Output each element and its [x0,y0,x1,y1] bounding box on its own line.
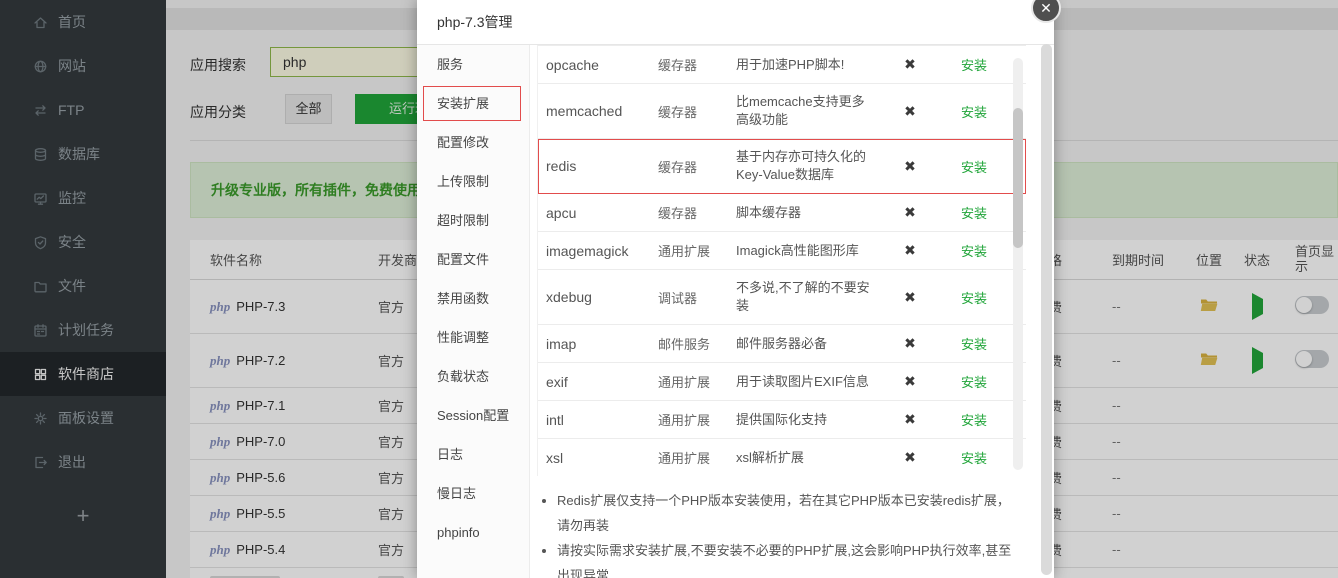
extension-desc: 比memcache支持更多高级功能 [736,93,884,129]
modal-menu-item[interactable]: 安装扩展 [417,84,529,123]
modal-menu-item[interactable]: 配置文件 [417,240,529,279]
modal-menu-item-label: Session配置 [437,408,509,423]
extension-category: 通用扩展 [658,410,736,429]
php-manage-modal: php-7.3管理 服务 安装扩展 配置修改 上传限制 超时限制 配置文件 [417,0,1054,578]
extension-desc: 不多说,不了解的不要安装 [736,279,884,315]
modal-menu-item[interactable]: 上传限制 [417,162,529,201]
install-link[interactable]: 安装 [936,102,1012,121]
modal-title: php-7.3管理 [417,0,1054,45]
modal-menu-item-label: 性能调整 [437,330,489,345]
extension-name: intl [546,412,658,428]
modal-menu-item-label: 上传限制 [437,174,489,189]
install-link[interactable]: 安装 [936,241,1012,260]
extension-row: redis 缓存器 基于内存亦可持久化的Key-Value数据库 ✖ 安装 [538,139,1026,194]
modal-menu-item[interactable]: 慢日志 [417,474,529,513]
install-link[interactable]: 安装 [936,334,1012,353]
extension-row: memcached 缓存器 比memcache支持更多高级功能 ✖ 安装 [538,84,1026,139]
extension-row: xdebug 调试器 不多说,不了解的不要安装 ✖ 安装 [538,270,1026,325]
modal-menu-item-label: 安装扩展 [437,96,489,111]
install-link[interactable]: 安装 [936,410,1012,429]
extension-desc: 基于内存亦可持久化的Key-Value数据库 [736,148,884,184]
extension-category: 通用扩展 [658,372,736,391]
extension-row: opcache 缓存器 用于加速PHP脚本! ✖ 安装 [538,46,1026,84]
not-installed-icon: ✖ [884,449,936,466]
modal-scrollbar-thumb[interactable] [1041,44,1052,575]
extension-category: 缓存器 [658,203,736,222]
modal-menu-item[interactable]: 配置修改 [417,123,529,162]
modal-menu-item-label: phpinfo [437,525,480,540]
not-installed-icon: ✖ [884,242,936,259]
modal-menu-item[interactable]: 性能调整 [417,318,529,357]
install-link[interactable]: 安装 [936,288,1012,307]
extension-row: intl 通用扩展 提供国际化支持 ✖ 安装 [538,401,1026,439]
modal-menu-item-label: 超时限制 [437,213,489,228]
extension-desc: 提供国际化支持 [736,411,884,429]
note-redis: Redis扩展仅支持一个PHP版本安装使用，若在其它PHP版本已安装redis扩… [557,488,1017,538]
not-installed-icon: ✖ [884,411,936,428]
extension-desc: xsl解析扩展 [736,449,884,467]
extension-desc: Imagick高性能图形库 [736,242,884,260]
install-link[interactable]: 安装 [936,157,1012,176]
extension-notes: Redis扩展仅支持一个PHP版本安装使用，若在其它PHP版本已安装redis扩… [539,488,1017,578]
modal-menu-item[interactable]: 服务 [417,45,529,84]
install-link[interactable]: 安装 [936,203,1012,222]
modal-menu-item[interactable]: 负载状态 [417,357,529,396]
modal-menu-item[interactable]: 日志 [417,435,529,474]
extension-name: xdebug [546,289,658,305]
extension-name: xsl [546,450,658,466]
modal-menu-item-label: 慢日志 [437,486,476,501]
not-installed-icon: ✖ [884,158,936,175]
extension-scrollbar-thumb[interactable] [1013,108,1023,248]
modal-menu-item-label: 负载状态 [437,369,489,384]
extension-desc: 用于读取图片EXIF信息 [736,373,884,391]
extension-desc: 用于加速PHP脚本! [736,56,884,74]
modal-menu-item[interactable]: 禁用函数 [417,279,529,318]
install-link[interactable]: 安装 [936,448,1012,467]
not-installed-icon: ✖ [884,56,936,73]
extension-category: 通用扩展 [658,241,736,260]
modal-menu-item-label: 配置文件 [437,252,489,267]
not-installed-icon: ✖ [884,335,936,352]
modal-menu-item[interactable]: 超时限制 [417,201,529,240]
extension-name: exif [546,374,658,390]
extension-name: memcached [546,103,658,119]
not-installed-icon: ✖ [884,289,936,306]
extension-category: 调试器 [658,288,736,307]
extension-name: apcu [546,205,658,221]
extension-name: redis [546,158,658,174]
extension-category: 缓存器 [658,157,736,176]
extension-rows: opcache 缓存器 用于加速PHP脚本! ✖ 安装 memcached 缓存… [538,46,1026,476]
extension-name: imagemagick [546,243,658,259]
extension-name: imap [546,336,658,352]
extension-name: opcache [546,57,658,73]
extension-category: 缓存器 [658,102,736,121]
extension-row: apcu 缓存器 脚本缓存器 ✖ 安装 [538,194,1026,232]
modal-menu-item[interactable]: phpinfo [417,513,529,552]
modal-menu-item[interactable]: Session配置 [417,396,529,435]
extension-row: imap 邮件服务 邮件服务器必备 ✖ 安装 [538,325,1026,363]
extension-list: opcache 缓存器 用于加速PHP脚本! ✖ 安装 memcached 缓存… [537,45,1026,476]
modal-menu-item-label: 日志 [437,447,463,462]
extension-row: xsl 通用扩展 xsl解析扩展 ✖ 安装 [538,439,1026,476]
install-link[interactable]: 安装 [936,55,1012,74]
extension-category: 邮件服务 [658,334,736,353]
not-installed-icon: ✖ [884,373,936,390]
extension-row: exif 通用扩展 用于读取图片EXIF信息 ✖ 安装 [538,363,1026,401]
note-advice: 请按实际需求安装扩展,不要安装不必要的PHP扩展,这会影响PHP执行效率,甚至出… [557,538,1017,578]
modal-menu-item-label: 配置修改 [437,135,489,150]
not-installed-icon: ✖ [884,103,936,120]
extension-desc: 邮件服务器必备 [736,335,884,353]
install-link[interactable]: 安装 [936,372,1012,391]
extension-category: 通用扩展 [658,448,736,467]
extension-row: imagemagick 通用扩展 Imagick高性能图形库 ✖ 安装 [538,232,1026,270]
extension-category: 缓存器 [658,55,736,74]
not-installed-icon: ✖ [884,204,936,221]
extension-desc: 脚本缓存器 [736,204,884,222]
modal-menu-item-label: 禁用函数 [437,291,489,306]
modal-menu: 服务 安装扩展 配置修改 上传限制 超时限制 配置文件 禁用函数 [417,45,530,578]
modal-menu-item-label: 服务 [437,57,463,72]
